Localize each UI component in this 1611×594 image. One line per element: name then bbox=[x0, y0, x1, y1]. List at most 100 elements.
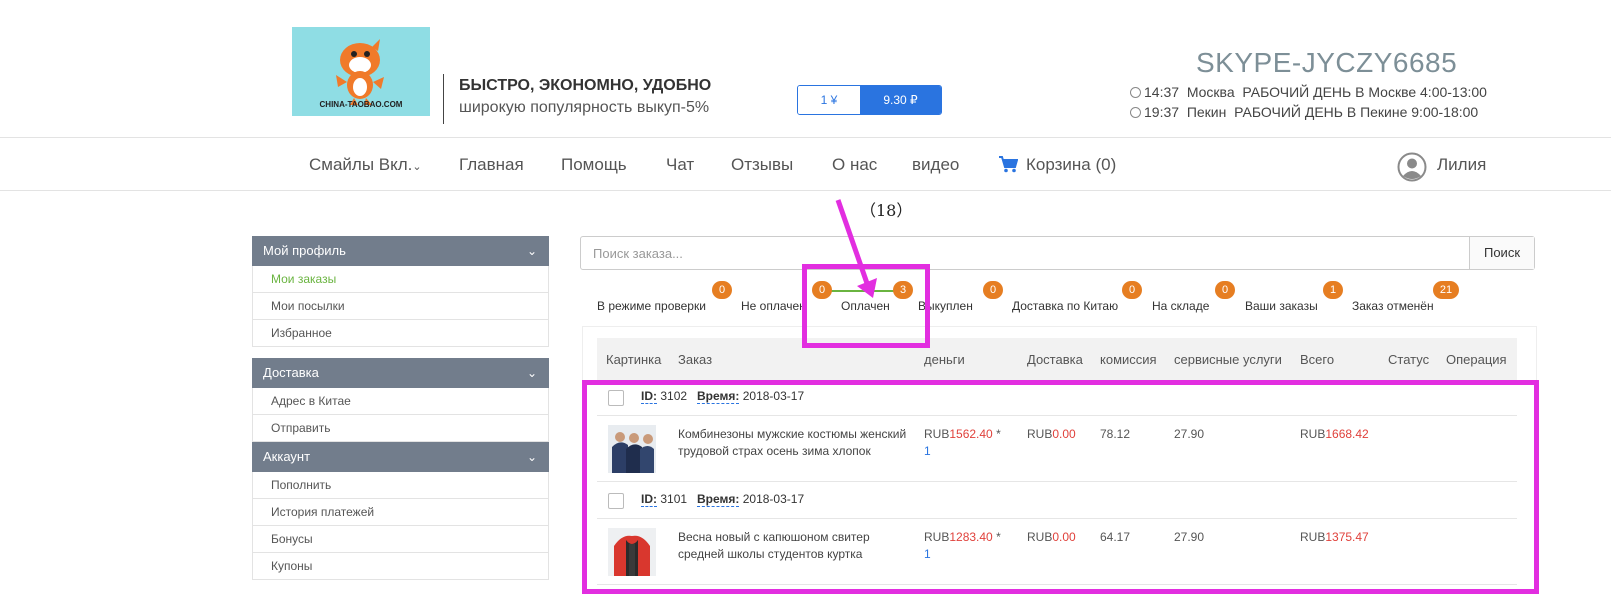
nav-smileys-label: Смайлы Вкл. bbox=[309, 155, 413, 174]
product-image-icon bbox=[608, 528, 656, 576]
tab-unpaid[interactable]: Не оплачен bbox=[741, 299, 806, 313]
col-total: Всего bbox=[1300, 352, 1335, 367]
tab-badge: 0 bbox=[1215, 281, 1235, 299]
tab-under-review[interactable]: В режиме проверки bbox=[597, 299, 706, 313]
order-header-3101: ID: 3101 Время: 2018-03-17 bbox=[597, 483, 1517, 519]
time-label: Время: bbox=[697, 389, 740, 404]
search-input[interactable] bbox=[581, 237, 1469, 269]
tab-in-warehouse[interactable]: На складе bbox=[1152, 299, 1209, 313]
logo-text: CHINA-TAOBAO.COM bbox=[319, 100, 403, 109]
nav-video[interactable]: видео bbox=[912, 155, 959, 175]
rate-cny[interactable]: 1 ¥ bbox=[798, 86, 860, 114]
chevron-down-icon: ⌄ bbox=[526, 244, 537, 258]
sidebar-section-title: Аккаунт bbox=[263, 449, 311, 464]
delivery-value: 0.00 bbox=[1052, 427, 1076, 441]
order-title[interactable]: Весна новый с капюшоном свитер средней ш… bbox=[678, 529, 913, 563]
time-row-beijing: 19:37 Пекин РАБОЧИЙ ДЕНЬ В Пекине 9:00-1… bbox=[1130, 104, 1478, 120]
user-name[interactable]: Лилия bbox=[1437, 155, 1486, 175]
cart-count: (0) bbox=[1095, 155, 1117, 174]
city: Пекин bbox=[1186, 104, 1227, 120]
order-time: Время: 2018-03-17 bbox=[697, 492, 804, 507]
tab-your-orders[interactable]: Ваши заказы bbox=[1245, 299, 1318, 313]
col-order: Заказ bbox=[678, 352, 713, 367]
delivery-value: 0.00 bbox=[1052, 530, 1076, 544]
total-value: 1668.42 bbox=[1325, 427, 1369, 441]
currency: RUB bbox=[1300, 427, 1326, 441]
exchange-rate-widget[interactable]: 1 ¥ 9.30 ₽ bbox=[797, 85, 942, 115]
nav-chat[interactable]: Чат bbox=[666, 155, 694, 175]
slogan-title: БЫСТРО, ЭКОНОМНО, УДОБНО bbox=[459, 77, 712, 94]
order-row-3102: Комбинезоны мужские костюмы женский труд… bbox=[597, 416, 1517, 482]
clock-icon bbox=[1130, 87, 1141, 98]
id-label: ID: bbox=[641, 389, 657, 404]
sidebar-item-coupons[interactable]: Купоны bbox=[252, 553, 549, 580]
cart-label: Корзина bbox=[1026, 155, 1091, 174]
tab-badge: 0 bbox=[983, 281, 1003, 299]
product-thumbnail[interactable] bbox=[608, 528, 656, 576]
active-tab-indicator bbox=[820, 290, 900, 292]
slogan-subtitle: широкую популярность выкуп-5% bbox=[459, 99, 710, 116]
sidebar-item-send[interactable]: Отправить bbox=[252, 415, 549, 442]
nav-cart[interactable]: Корзина (0) bbox=[998, 155, 1116, 175]
chevron-down-icon: ⌄ bbox=[526, 450, 537, 464]
nav-home[interactable]: Главная bbox=[459, 155, 524, 175]
col-delivery: Доставка bbox=[1027, 352, 1083, 367]
sidebar-item-my-parcels[interactable]: Мои посылки bbox=[252, 293, 549, 320]
site-logo[interactable]: CHINA-TAOBAO.COM bbox=[292, 27, 430, 116]
tab-badge: 1 bbox=[1323, 281, 1343, 299]
currency: RUB bbox=[1300, 530, 1326, 544]
order-price: RUB1283.40 * 1 bbox=[924, 529, 1001, 563]
order-title[interactable]: Комбинезоны мужские костюмы женский труд… bbox=[678, 426, 913, 460]
sidebar-section-account[interactable]: Аккаунт ⌄ bbox=[252, 442, 549, 472]
order-service: 27.90 bbox=[1174, 530, 1205, 544]
qty-separator: * bbox=[992, 530, 1001, 544]
sidebar-item-payment-history[interactable]: История платежей bbox=[252, 499, 549, 526]
order-total: RUB1375.47 bbox=[1300, 529, 1369, 546]
price-value: 1283.40 bbox=[949, 530, 993, 544]
sidebar-section-title: Доставка bbox=[263, 365, 319, 380]
sidebar-item-china-address[interactable]: Адрес в Китае bbox=[252, 388, 549, 415]
skype-contact[interactable]: SKYPE-JYCZY6685 bbox=[1196, 47, 1457, 79]
order-checkbox[interactable] bbox=[608, 493, 624, 509]
sidebar-section-profile[interactable]: Мой профиль ⌄ bbox=[252, 236, 549, 266]
order-header-3102: ID: 3102 Время: 2018-03-17 bbox=[597, 380, 1517, 416]
work-hours: РАБОЧИЙ ДЕНЬ В Пекине 9:00-18:00 bbox=[1234, 104, 1479, 120]
sidebar-section-delivery[interactable]: Доставка ⌄ bbox=[252, 358, 549, 388]
sidebar-item-my-orders[interactable]: Мои заказы bbox=[252, 266, 549, 293]
nav-about[interactable]: О нас bbox=[832, 155, 877, 175]
col-operation: Операция bbox=[1446, 352, 1507, 367]
tab-badge: 3 bbox=[893, 281, 913, 299]
id-value: 3101 bbox=[660, 492, 688, 506]
currency: RUB bbox=[924, 427, 950, 441]
table-header: Картинка Заказ деньги Доставка комиссия … bbox=[597, 338, 1517, 380]
tab-paid[interactable]: Оплачен bbox=[841, 299, 890, 313]
clock-icon bbox=[1130, 107, 1141, 118]
cart-icon bbox=[999, 156, 1018, 173]
sidebar-item-bonuses[interactable]: Бонусы bbox=[252, 526, 549, 553]
tab-purchased[interactable]: Выкуплен bbox=[918, 299, 973, 313]
nav-help[interactable]: Помощь bbox=[561, 155, 627, 175]
col-commission: комиссия bbox=[1100, 352, 1157, 367]
sidebar-item-top-up[interactable]: Пополнить bbox=[252, 472, 549, 499]
nav-reviews[interactable]: Отзывы bbox=[731, 155, 793, 175]
rate-rub[interactable]: 9.30 ₽ bbox=[860, 86, 941, 114]
user-avatar-icon[interactable] bbox=[1397, 152, 1427, 182]
col-picture: Картинка bbox=[606, 352, 662, 367]
work-hours: РАБОЧИЙ ДЕНЬ В Москве 4:00-13:00 bbox=[1242, 84, 1487, 100]
annotation-count: （18） bbox=[860, 201, 913, 220]
order-delivery: RUB0.00 bbox=[1027, 529, 1076, 546]
chevron-down-icon: ⌄ bbox=[526, 366, 537, 380]
chevron-down-icon: ⌄ bbox=[412, 161, 422, 173]
search-button[interactable]: Поиск bbox=[1469, 237, 1534, 269]
order-commission: 64.17 bbox=[1100, 530, 1131, 544]
order-delivery: RUB0.00 bbox=[1027, 426, 1076, 443]
tab-cancelled[interactable]: Заказ отменён bbox=[1352, 299, 1434, 313]
sidebar: Мой профиль ⌄ Мои заказы Мои посылки Избр… bbox=[252, 236, 549, 580]
nav-smileys[interactable]: Смайлы Вкл.⌄ bbox=[309, 155, 422, 175]
product-thumbnail[interactable] bbox=[608, 425, 656, 473]
tab-badge: 0 bbox=[712, 281, 732, 299]
tab-china-delivery[interactable]: Доставка по Китаю bbox=[1012, 299, 1118, 313]
sidebar-item-favorites[interactable]: Избранное bbox=[252, 320, 549, 347]
order-checkbox[interactable] bbox=[608, 390, 624, 406]
